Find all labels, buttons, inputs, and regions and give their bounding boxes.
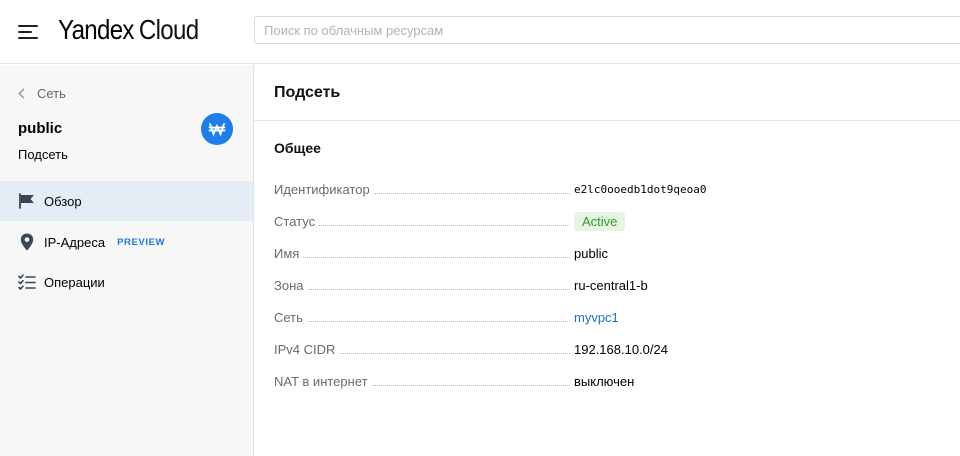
subnet-icon xyxy=(201,113,233,145)
sidebar: Сеть public Подсеть Обзор IP-Адреса PREV… xyxy=(0,65,254,456)
resource-type: Подсеть xyxy=(18,147,68,162)
property-key: Сеть xyxy=(274,309,303,325)
sidebar-item-label: IP-Адреса xyxy=(44,234,106,250)
sidebar-item-label: Операции xyxy=(44,274,105,290)
property-value-name: public xyxy=(574,245,608,261)
properties-list: Идентификатор e2lc0ooedb1dot9qeoa0 Стату… xyxy=(274,173,934,397)
property-key: NAT в интернет xyxy=(274,373,368,389)
property-row-network: Сеть myvpc1 xyxy=(274,301,934,333)
section-title: Общее xyxy=(274,140,321,156)
menu-icon[interactable] xyxy=(18,22,38,40)
top-header: Yandex Cloud xyxy=(0,0,960,64)
location-pin-icon xyxy=(18,233,36,251)
chevron-left-icon xyxy=(18,88,29,99)
back-label: Сеть xyxy=(37,86,66,101)
app-logo[interactable]: Yandex Cloud xyxy=(58,13,199,47)
property-value-zone: ru-central1-b xyxy=(574,277,648,293)
property-row-nat: NAT в интернет выключен xyxy=(274,365,934,397)
sidebar-item-ip-addresses[interactable]: IP-Адреса PREVIEW xyxy=(0,222,253,262)
search-input[interactable] xyxy=(255,17,960,43)
property-key: Зона xyxy=(274,277,304,293)
property-row-status: Статус Active xyxy=(274,205,934,237)
logo-product: Cloud xyxy=(138,14,199,45)
flag-icon xyxy=(18,192,36,210)
property-row-cidr: IPv4 CIDR 192.168.10.0/24 xyxy=(274,333,934,365)
main-content: Подсеть Общее Идентификатор e2lc0ooedb1d… xyxy=(254,65,960,456)
page-title: Подсеть xyxy=(274,83,341,101)
resource-name: public xyxy=(18,120,63,137)
page-header: Подсеть xyxy=(254,65,960,121)
network-link[interactable]: myvpc1 xyxy=(574,310,619,325)
property-value-id: e2lc0ooedb1dot9qeoa0 xyxy=(574,182,707,196)
sidebar-item-operations[interactable]: Операции xyxy=(0,262,253,302)
status-badge: Active xyxy=(574,211,626,231)
property-value-cidr: 192.168.10.0/24 xyxy=(574,341,668,357)
back-link[interactable]: Сеть xyxy=(18,86,66,101)
property-row-name: Имя public xyxy=(274,237,934,269)
search-box[interactable] xyxy=(254,16,960,44)
property-key: Статус xyxy=(274,213,316,229)
preview-badge: PREVIEW xyxy=(117,236,166,248)
property-key: Имя xyxy=(274,245,300,261)
sidebar-item-overview[interactable]: Обзор xyxy=(0,181,253,221)
sidebar-item-label: Обзор xyxy=(44,193,82,209)
checklist-icon xyxy=(18,273,36,291)
property-row-id: Идентификатор e2lc0ooedb1dot9qeoa0 xyxy=(274,173,934,205)
property-row-zone: Зона ru-central1-b xyxy=(274,269,934,301)
property-value-nat: выключен xyxy=(574,373,635,389)
property-key: Идентификатор xyxy=(274,181,370,197)
property-key: IPv4 CIDR xyxy=(274,341,336,357)
logo-brand: Yandex xyxy=(58,14,134,45)
